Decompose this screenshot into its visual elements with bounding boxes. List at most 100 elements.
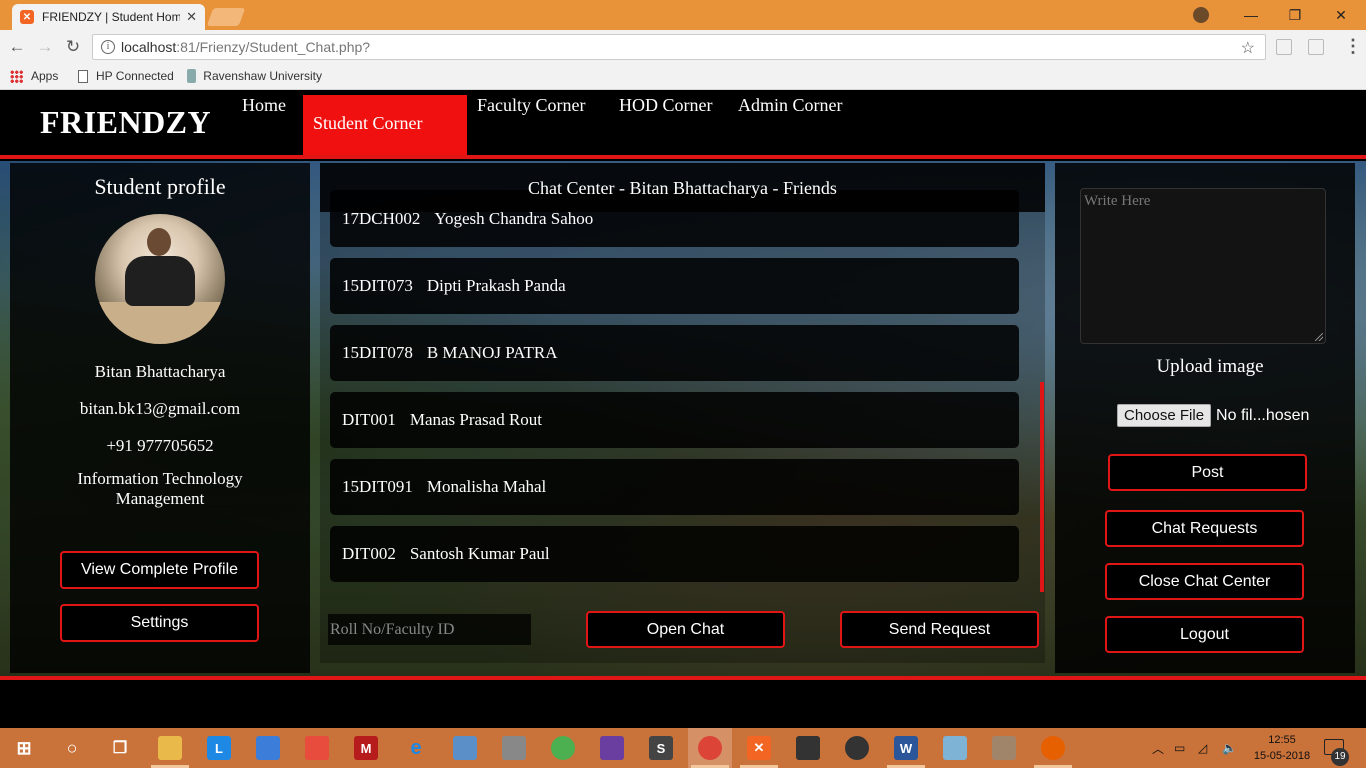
top-navigation: FRIENDZY Home Student Corner Faculty Cor… (0, 91, 1366, 156)
friend-id: DIT001 (342, 410, 396, 429)
visual-studio-icon[interactable] (600, 736, 624, 760)
nav-faculty-corner[interactable]: Faculty Corner (477, 95, 585, 116)
pdf-extension-icon[interactable] (1308, 39, 1324, 55)
browser-tab[interactable]: ✕ FRIENDZY | Student Hom ✕ (12, 4, 205, 30)
bookmark-star-icon[interactable]: ☆ (1241, 38, 1255, 58)
close-window-button[interactable]: ✕ (1318, 0, 1364, 30)
upload-image-label: Upload image (1156, 356, 1264, 377)
media-app-icon[interactable] (305, 736, 329, 760)
friend-row[interactable]: DIT002 Santosh Kumar Paul (330, 526, 1019, 582)
cortana-search-icon[interactable]: ○ (60, 736, 84, 760)
store-icon[interactable] (256, 736, 280, 760)
friend-id: DIT002 (342, 544, 396, 563)
start-windows-icon[interactable]: ⊞ (12, 736, 36, 760)
clock-date: 15-05-2018 (1253, 750, 1311, 762)
notes-app-icon[interactable] (943, 736, 967, 760)
bookmark-ravenshaw[interactable]: Ravenshaw University (187, 69, 322, 83)
resize-handle-icon[interactable] (1315, 333, 1323, 341)
wpm-app-icon[interactable] (845, 736, 869, 760)
word-icon[interactable]: W (894, 736, 918, 760)
post-panel: Write Here Upload image Choose File No f… (1055, 163, 1355, 673)
sublime-text-icon[interactable]: S (649, 736, 673, 760)
address-bar[interactable]: i localhost:81/Frienzy/Student_Chat.php?… (92, 34, 1266, 60)
notification-badge: 19 (1331, 748, 1349, 766)
post-placeholder: Write Here (1084, 193, 1151, 209)
friend-name: Manas Prasad Rout (409, 410, 543, 429)
bookmark-hp-connected[interactable]: HP Connected (78, 69, 174, 83)
new-tab-button[interactable] (206, 8, 246, 26)
browser-menu-icon[interactable]: ⋮ (1344, 36, 1362, 57)
lync-app-icon[interactable]: L (207, 736, 231, 760)
virtualbox-icon[interactable] (453, 736, 477, 760)
nav-home[interactable]: Home (242, 95, 286, 116)
friend-name: B MANOJ PATRA (426, 343, 558, 362)
profile-department: Information Technology Management (77, 469, 243, 508)
nav-student-corner[interactable]: Student Corner (303, 95, 467, 156)
friend-row[interactable]: DIT001 Manas Prasad Rout (330, 392, 1019, 448)
system-clock[interactable]: 12:55 15-05-2018 (1252, 732, 1312, 764)
file-explorer-icon[interactable] (158, 736, 182, 760)
browser-toolbar: ← → ↻ i localhost:81/Frienzy/Student_Cha… (0, 30, 1366, 64)
logout-button[interactable]: Logout (1105, 616, 1304, 653)
brand-logo[interactable]: FRIENDZY (40, 104, 211, 141)
profile-email: bitan.bk13@gmail.com (79, 399, 241, 418)
chat-center-header: Chat Center - Bitan Bhattacharya - Frien… (320, 163, 1045, 212)
restore-button[interactable]: ❐ (1272, 0, 1318, 30)
tools-app-icon[interactable] (502, 736, 526, 760)
task-view-icon[interactable]: ❐ (108, 736, 132, 760)
battery-icon[interactable]: ▭ (1174, 728, 1185, 768)
url-path: :81/Frienzy/Student_Chat.php? (176, 39, 371, 55)
info-icon[interactable]: i (101, 40, 115, 54)
friend-row[interactable]: 15DIT078 B MANOJ PATRA (330, 325, 1019, 381)
friend-id: 15DIT091 (342, 477, 413, 496)
edge-browser-icon[interactable]: e (404, 736, 428, 760)
chrome-icon[interactable] (698, 736, 722, 760)
friends-scrollbar[interactable] (1040, 382, 1044, 592)
friend-name: Monalisha Mahal (426, 477, 547, 496)
profile-name: Bitan Bhattacharya (94, 362, 226, 381)
xampp-icon[interactable]: ✕ (747, 736, 771, 760)
paint-icon[interactable] (992, 736, 1016, 760)
post-textarea[interactable]: Write Here (1080, 188, 1326, 344)
profile-icon[interactable] (1193, 7, 1209, 23)
show-hidden-icons-icon[interactable]: ︿ (1152, 728, 1164, 768)
file-status: No fil...hosen (1216, 406, 1310, 424)
chat-requests-button[interactable]: Chat Requests (1105, 510, 1304, 547)
bookmark-label: HP Connected (96, 69, 174, 83)
file-input[interactable]: Choose File No fil...hosen (1117, 404, 1309, 427)
firefox-icon[interactable] (1041, 736, 1065, 760)
choose-file-button[interactable]: Choose File (1117, 404, 1212, 427)
network-icon[interactable]: ◿ (1198, 728, 1207, 768)
open-chat-button[interactable]: Open Chat (586, 611, 785, 648)
volume-icon[interactable]: 🔈 (1222, 728, 1237, 768)
back-icon[interactable]: ← (6, 36, 28, 58)
extension-icon[interactable] (1276, 39, 1292, 55)
nav-admin-corner[interactable]: Admin Corner (738, 95, 842, 116)
atom-editor-icon[interactable] (551, 736, 575, 760)
url-host: localhost (121, 39, 177, 55)
reload-icon[interactable]: ↻ (62, 36, 84, 58)
friend-row[interactable]: 15DIT091 Monalisha Mahal (330, 459, 1019, 515)
mcafee-icon[interactable]: M (354, 736, 378, 760)
view-complete-profile-button[interactable]: View Complete Profile (60, 551, 259, 589)
tab-close-icon[interactable]: ✕ (186, 9, 197, 25)
friend-id: 15DIT078 (342, 343, 413, 362)
minimize-button[interactable]: — (1228, 0, 1274, 30)
header-divider (0, 155, 1366, 159)
nav-hod-corner[interactable]: HOD Corner (619, 95, 712, 116)
web-page: FRIENDZY Home Student Corner Faculty Cor… (0, 91, 1366, 728)
settings-button[interactable]: Settings (60, 604, 259, 642)
friend-name: Dipti Prakash Panda (426, 276, 566, 295)
forward-icon[interactable]: → (34, 36, 56, 58)
send-request-button[interactable]: Send Request (840, 611, 1039, 648)
tab-title: FRIENDZY | Student Hom (42, 10, 181, 24)
post-button[interactable]: Post (1108, 454, 1307, 491)
bookmark-apps[interactable]: Apps (10, 69, 58, 83)
close-chat-center-button[interactable]: Close Chat Center (1105, 563, 1304, 600)
clock-time: 12:55 (1268, 734, 1296, 746)
profile-phone: +91 977705652 (106, 436, 214, 455)
friend-row[interactable]: 15DIT073 Dipti Prakash Panda (330, 258, 1019, 314)
site-icon (187, 69, 197, 83)
terminal-icon[interactable] (796, 736, 820, 760)
roll-no-input[interactable]: Roll No/Faculty ID (328, 614, 531, 645)
